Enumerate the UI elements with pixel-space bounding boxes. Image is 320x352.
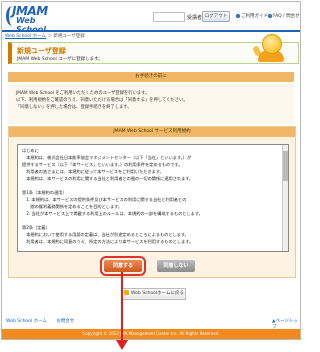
browser-page: JMAM Web School 受講者 様 ログアウト iご利用ガイド ?FAQ… bbox=[1, 1, 301, 340]
terms-line: 利用者の皆さまには、本規約に従って本サービスをご利用いただきます。 bbox=[22, 169, 164, 174]
page-subtitle: JMAM Web School ユーザに登録します。 bbox=[17, 57, 103, 62]
terms-line: 利用者は、本規約に同意のうえ、所定の方法により本サービスを利用するものとします。 bbox=[22, 239, 194, 244]
scrollbar-thumb[interactable] bbox=[283, 151, 288, 181]
terms-line: 1. 本規約は、本サービスの提供条件及び本サービスの利用に関する当社と利用者との bbox=[22, 197, 187, 202]
question-icon: ? bbox=[268, 13, 272, 18]
terms-scrollbar[interactable] bbox=[282, 145, 288, 251]
home-icon bbox=[123, 290, 129, 295]
footer-link-home[interactable]: Web School ホーム bbox=[6, 319, 47, 324]
breadcrumb-home-link[interactable]: Web School ホーム bbox=[5, 34, 46, 39]
breadcrumb-current: 新規ユーザ登録 bbox=[53, 34, 85, 39]
copyright-bar: Copyright © 2013 JMA Management Center I… bbox=[2, 329, 300, 339]
terms-line: 第1条（本規約の適用） bbox=[22, 190, 67, 195]
notice-body: JMAM Web School をご利用いただくためのユーザ登録を行います。 以… bbox=[8, 84, 294, 124]
notice-heading: お手続きの前に bbox=[8, 72, 294, 82]
notice-line: 「同意しない」を押した場合は、登録手続きを終了します。 bbox=[16, 105, 132, 110]
terms-heading: JMAM Web School サービス利用規約 bbox=[9, 127, 295, 137]
info-icon: i bbox=[236, 13, 240, 18]
annotation-arrow-line bbox=[121, 272, 123, 342]
terms-line: 本規約は、株式会社日本能率協会マネジメントセンター（以下「当社」といいます。）が bbox=[22, 155, 192, 160]
back-button-label: Web Schoolホームに戻る bbox=[130, 291, 185, 296]
annotation-arrow-head-icon bbox=[116, 340, 128, 350]
faq-link-label: FAQ / 問合せ bbox=[273, 14, 300, 19]
guide-link[interactable]: i ご利用ガイド bbox=[236, 13, 268, 19]
terms-line: 第2条（定義） bbox=[22, 225, 50, 230]
back-to-home-button[interactable]: Web Schoolホームに戻る bbox=[122, 288, 186, 300]
user-name-field bbox=[153, 12, 185, 22]
terms-textarea[interactable]: はじめに 本規約は、株式会社日本能率協会マネジメントセンター（以下「当社」といい… bbox=[17, 144, 289, 252]
footer-links: Web School ホーム お問合せ bbox=[6, 318, 82, 324]
mascot-avatar-icon bbox=[252, 32, 290, 64]
terms-line: 2. 当社が本サービス上で掲載する利用上のルールは、本規約の一部を構成するものと… bbox=[22, 211, 203, 216]
jmam-logo[interactable]: JMAM Web School bbox=[6, 4, 64, 34]
site-header: JMAM Web School 受講者 様 ログアウト iご利用ガイド ?FAQ… bbox=[2, 2, 300, 34]
agree-button[interactable]: 同意する bbox=[100, 256, 146, 276]
logout-button[interactable]: ログアウト bbox=[202, 11, 230, 22]
breadcrumb: Web School ホーム ＞ 新規ユーザ登録 bbox=[5, 33, 85, 39]
notice-line: 以下、利用規約をご確認のうえ、同意いただける場合は「同意する」を押してください。 bbox=[16, 98, 188, 103]
footer-link-contact[interactable]: お問合せ bbox=[56, 319, 74, 324]
terms-line: 間の権利義務関係を定めることを目的とします。 bbox=[22, 204, 123, 209]
faq-link[interactable]: ? FAQ / 問合せ bbox=[268, 13, 300, 19]
guide-link-label: ご利用ガイド bbox=[241, 14, 268, 19]
terms-section: JMAM Web School サービス利用規約 はじめに 本規約は、株式会社日… bbox=[8, 126, 296, 278]
disagree-button[interactable]: 同意しない bbox=[157, 260, 195, 272]
terms-line: 本規約は、本サービスの利用に関する当社と利用者との間の一切の関係に適用されます。 bbox=[22, 176, 194, 181]
page-title: 新規ユーザ登録 bbox=[17, 47, 66, 55]
terms-line: はじめに bbox=[22, 148, 39, 153]
terms-line: 提供するサービス（以下「本サービス」といいます。）の利用条件を定めるものです。 bbox=[22, 162, 183, 167]
notice-line: JMAM Web School をご利用いただくためのユーザ登録を行います。 bbox=[16, 91, 150, 96]
terms-line: 本規約において使用する用語の定義は、当社が別途定めるところによるものとします。 bbox=[22, 232, 189, 237]
